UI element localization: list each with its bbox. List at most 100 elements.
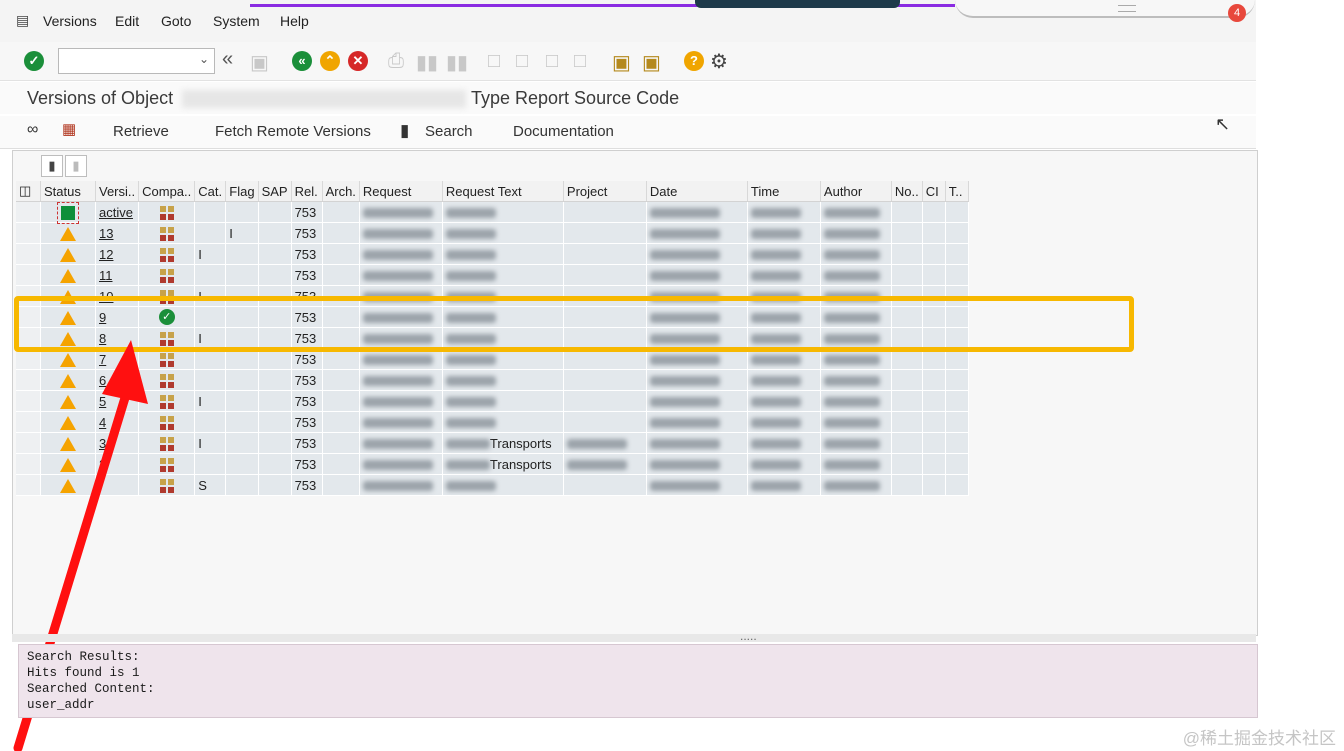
table-row[interactable]: 13 I 753 <box>16 222 969 244</box>
ci-cell <box>922 390 946 412</box>
new-session-icon[interactable]: ▣ <box>612 50 631 75</box>
version-cell[interactable]: active <box>95 201 140 223</box>
mouse-cursor-icon: ↖ <box>1215 114 1231 134</box>
gear-icon[interactable]: ⚙ <box>710 49 728 74</box>
menu-edit[interactable]: Edit <box>115 13 139 29</box>
enter-icon[interactable]: ✓ <box>24 51 44 71</box>
version-cell[interactable]: 13 <box>95 222 140 244</box>
column-header[interactable]: Cat. <box>194 181 227 202</box>
display-icon[interactable]: ∞ <box>27 121 38 139</box>
system-menu-icon[interactable]: ▤ <box>16 12 29 29</box>
documentation-button[interactable]: Documentation <box>513 123 614 140</box>
shortcut-icon[interactable]: ▣ <box>642 50 661 75</box>
column-header[interactable]: Date <box>646 181 748 202</box>
log-line: Search Results: <box>27 650 140 664</box>
ci-cell <box>922 369 946 391</box>
type-cell <box>945 411 969 433</box>
redacted-object-name <box>182 90 466 108</box>
column-header[interactable]: Project <box>563 181 647 202</box>
compare-cell[interactable] <box>138 201 196 223</box>
number-cell <box>891 474 923 496</box>
project-cell <box>563 243 647 265</box>
redacted-value <box>750 439 801 450</box>
column-header[interactable]: Request <box>359 181 443 202</box>
back-icon[interactable]: « <box>292 51 312 71</box>
help-icon[interactable]: ? <box>684 51 704 71</box>
window-handle <box>695 0 900 8</box>
request-text-cell <box>442 369 564 391</box>
column-header[interactable]: Rel. <box>291 181 323 202</box>
version-link[interactable]: 12 <box>99 247 113 262</box>
project-cell <box>563 411 647 433</box>
binoculars-icon[interactable]: ▮ <box>41 155 63 177</box>
request-text: Transports <box>489 435 552 451</box>
column-header[interactable]: Time <box>747 181 821 202</box>
cancel-icon[interactable]: ✕ <box>348 51 368 71</box>
date-cell <box>646 474 748 496</box>
select-all-icon[interactable]: ◫ <box>16 181 41 202</box>
retrieve-button[interactable]: Retrieve <box>113 123 169 140</box>
compare-icon[interactable] <box>159 205 174 220</box>
version-link[interactable]: 11 <box>99 268 113 283</box>
menu-help[interactable]: Help <box>280 13 309 29</box>
compare-cell[interactable] <box>138 243 196 265</box>
redacted-value <box>823 439 880 450</box>
column-header[interactable]: SAP <box>258 181 292 202</box>
splitter-grip-icon[interactable]: ..... <box>740 629 757 643</box>
number-cell <box>891 264 923 286</box>
version-link[interactable]: 13 <box>99 226 113 241</box>
redacted-value <box>362 439 433 450</box>
flag-cell: I <box>225 222 259 244</box>
command-field[interactable]: ⌄ <box>58 48 215 74</box>
prev-page-icon: □ <box>516 50 529 72</box>
compare-icon[interactable] <box>159 226 174 241</box>
column-header[interactable]: Request Text <box>442 181 564 202</box>
menu-versions[interactable]: Versions <box>43 13 97 29</box>
column-header[interactable]: Arch. <box>322 181 360 202</box>
watermark: @稀土掘金技术社区 <box>1182 729 1336 748</box>
row-selector[interactable] <box>16 201 41 223</box>
redacted-value <box>445 376 496 387</box>
exit-icon[interactable]: ⌃ <box>320 51 340 71</box>
version-link[interactable]: active <box>99 205 133 220</box>
compare-icon[interactable] <box>159 268 174 283</box>
column-header[interactable]: Versi.. <box>95 181 140 202</box>
compare-cell[interactable] <box>138 264 196 286</box>
time-cell <box>747 243 821 265</box>
chevron-down-icon[interactable]: ⌄ <box>199 52 209 66</box>
splitter[interactable]: ..... <box>12 629 1256 643</box>
column-header[interactable]: T.. <box>945 181 969 202</box>
column-header[interactable]: Compa.. <box>138 181 196 202</box>
archive-cell <box>322 474 360 496</box>
column-header[interactable]: Flag <box>225 181 259 202</box>
menu-system[interactable]: System <box>213 13 260 29</box>
binoculars-icon[interactable]: ▮ <box>400 121 409 141</box>
redacted-value <box>445 208 496 219</box>
column-header[interactable]: CI <box>922 181 946 202</box>
row-selector[interactable] <box>16 264 41 286</box>
redacted-value <box>362 397 433 408</box>
redacted-value <box>750 271 801 282</box>
version-cell[interactable]: 11 <box>95 264 140 286</box>
row-selector[interactable] <box>16 243 41 265</box>
notification-badge[interactable]: 4 <box>1228 4 1246 22</box>
row-selector[interactable] <box>16 222 41 244</box>
table-row[interactable]: 11 753 <box>16 264 969 286</box>
menu-goto[interactable]: Goto <box>161 13 191 29</box>
column-header[interactable]: Status <box>40 181 96 202</box>
compare-icon[interactable] <box>159 247 174 262</box>
fetch-remote-versions-button[interactable]: Fetch Remote Versions <box>215 123 371 140</box>
compare-toolbar-icon[interactable]: ▦ <box>62 120 76 138</box>
print-icon: ⎙ <box>388 50 404 72</box>
table-row[interactable]: active 753 <box>16 201 969 224</box>
double-left-icon[interactable]: « <box>222 48 233 71</box>
search-button[interactable]: Search <box>425 123 473 140</box>
number-cell <box>891 390 923 412</box>
flag-cell <box>225 474 259 496</box>
compare-cell[interactable] <box>138 222 196 244</box>
table-row[interactable]: 12 I 753 <box>16 243 969 265</box>
column-header[interactable]: No.. <box>891 181 923 202</box>
column-header[interactable]: Author <box>820 181 892 202</box>
version-cell[interactable]: 12 <box>95 243 140 265</box>
log-line: Hits found is 1 <box>27 666 140 680</box>
